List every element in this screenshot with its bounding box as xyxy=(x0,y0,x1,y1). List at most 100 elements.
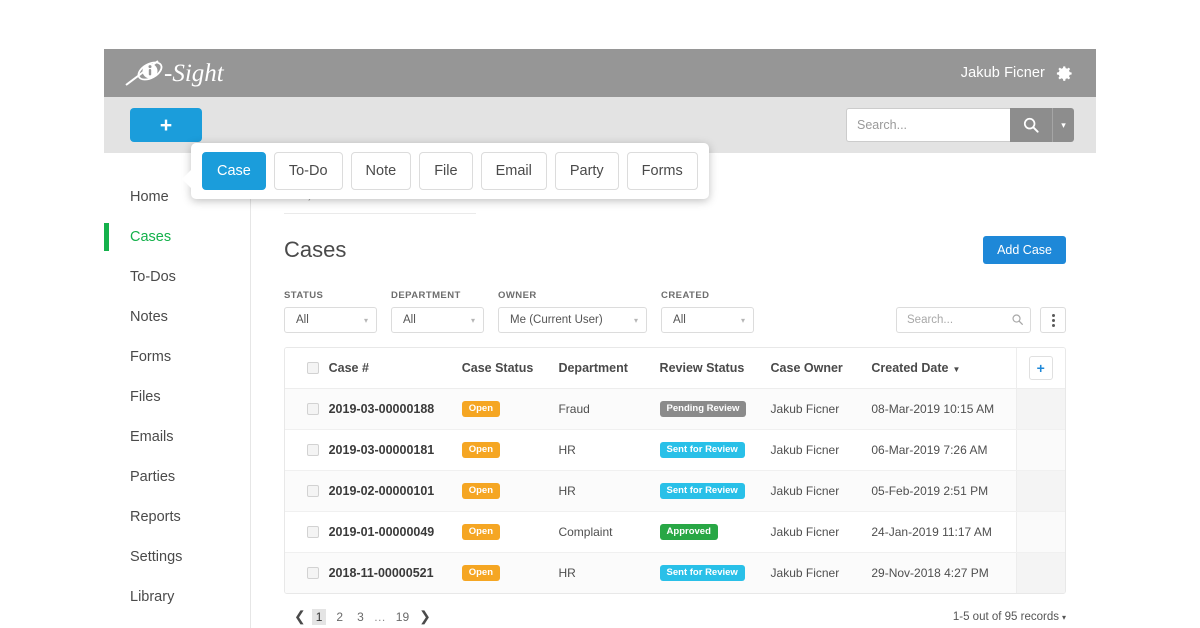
add-case-button[interactable]: Add Case xyxy=(983,236,1066,264)
filter-status: STATUS All ▾ xyxy=(284,290,378,333)
table-row[interactable]: 2018-11-00000521 Open HR Sent for Review… xyxy=(285,552,1065,593)
cell-department: HR xyxy=(558,565,576,580)
popover-item-file[interactable]: File xyxy=(419,152,473,190)
page-1-button[interactable]: 1 xyxy=(311,608,327,625)
cell-case-number[interactable]: 2019-03-00000188 xyxy=(329,402,435,416)
sidebar-item-parties[interactable]: Parties xyxy=(104,457,250,497)
chevron-right-icon[interactable]: ❯ xyxy=(419,608,431,625)
isight-logo[interactable]: -Sight xyxy=(124,56,246,90)
add-column-header: + xyxy=(1015,348,1065,389)
chevron-down-icon: ▾ xyxy=(1061,119,1066,130)
popover-item-party[interactable]: Party xyxy=(554,152,619,190)
cases-table-body: 2019-03-00000188 Open Fraud Pending Revi… xyxy=(285,388,1065,593)
filter-owner-value: Me (Current User) xyxy=(510,314,603,326)
sidebar-item-library[interactable]: Library xyxy=(104,577,250,617)
page-3-button[interactable]: 3 xyxy=(353,609,368,625)
isight-logo-icon: -Sight xyxy=(125,60,225,87)
cell-case-owner: Jakub Ficner xyxy=(770,429,872,471)
add-new-button[interactable]: + xyxy=(130,108,202,142)
review-status-badge: Pending Review xyxy=(659,401,747,417)
popover-item-case[interactable]: Case xyxy=(202,152,266,190)
gear-icon[interactable] xyxy=(1055,64,1074,83)
sidebar-item-files[interactable]: Files xyxy=(104,377,250,417)
cell-case-number[interactable]: 2019-02-00000101 xyxy=(329,484,435,498)
row-checkbox[interactable] xyxy=(307,525,319,538)
cell-department: Fraud xyxy=(558,388,660,430)
app-body: Home Cases To-Dos Notes Forms Files Emai… xyxy=(104,153,1096,628)
search-icon xyxy=(1023,117,1039,133)
cell-case-number[interactable]: 2019-03-00000181 xyxy=(329,443,435,457)
main-sidebar: Home Cases To-Dos Notes Forms Files Emai… xyxy=(104,153,251,628)
cell-case-number[interactable]: 2019-01-00000049 xyxy=(329,525,435,539)
popover-item-email[interactable]: Email xyxy=(480,152,547,190)
column-header-case-owner[interactable]: Case Owner xyxy=(770,348,872,389)
table-row[interactable]: 2019-02-00000101 Open HR Sent for Review… xyxy=(285,470,1065,512)
status-badge: Open xyxy=(461,401,501,417)
sidebar-item-cases[interactable]: Cases xyxy=(104,217,250,257)
page-19-button[interactable]: 19 xyxy=(392,609,413,625)
column-header-created-date-label: Created Date xyxy=(871,360,949,375)
popover-item-note[interactable]: Note xyxy=(350,152,412,190)
more-vertical-icon xyxy=(1051,318,1055,322)
cell-case-owner: Jakub Ficner xyxy=(770,470,872,512)
row-checkbox[interactable] xyxy=(307,402,319,415)
cell-created-date: 08-Mar-2019 10:15 AM xyxy=(871,388,1017,430)
popover-item-to-do[interactable]: To-Do xyxy=(273,152,343,190)
row-actions-cell xyxy=(1015,552,1065,593)
filter-owner-select[interactable]: Me (Current User) ▾ xyxy=(498,307,648,333)
row-checkbox[interactable] xyxy=(307,484,319,497)
table-options-button[interactable] xyxy=(1040,307,1066,333)
cases-table-container: Case # Case Status Department Review Sta… xyxy=(284,347,1066,594)
row-checkbox[interactable] xyxy=(307,566,319,579)
column-header-department[interactable]: Department xyxy=(558,348,660,389)
chevron-down-icon: ▾ xyxy=(364,315,369,325)
table-search xyxy=(896,307,1031,333)
review-status-badge: Approved xyxy=(659,524,718,540)
record-count-selector[interactable]: 1-5 out of 95 records ▾ xyxy=(953,611,1066,623)
cell-case-owner: Jakub Ficner xyxy=(770,565,840,580)
filter-status-select[interactable]: All ▾ xyxy=(284,307,378,333)
sidebar-item-reports[interactable]: Reports xyxy=(104,497,250,537)
page-2-button[interactable]: 2 xyxy=(332,609,347,625)
isight-app-window: -Sight Jakub Ficner + ▾ xyxy=(104,49,1096,628)
user-menu[interactable]: Jakub Ficner xyxy=(961,64,1074,83)
filter-status-value: All xyxy=(296,314,309,326)
column-header-case-status[interactable]: Case Status xyxy=(461,348,559,389)
global-search-button[interactable] xyxy=(1010,108,1052,142)
table-toolbar xyxy=(896,307,1066,333)
filter-department-select[interactable]: All ▾ xyxy=(391,307,485,333)
status-badge: Open xyxy=(461,442,501,458)
table-row[interactable]: 2019-01-00000049 Open Complaint Approved… xyxy=(285,511,1065,553)
sidebar-item-settings[interactable]: Settings xyxy=(104,537,250,577)
add-column-button[interactable]: + xyxy=(1028,355,1053,380)
sidebar-item-notes[interactable]: Notes xyxy=(104,297,250,337)
filter-status-label: STATUS xyxy=(284,290,324,301)
page-header-row: Cases Add Case xyxy=(284,236,1096,264)
status-badge: Open xyxy=(461,565,501,582)
column-header-review-status[interactable]: Review Status xyxy=(659,348,771,389)
chevron-left-icon[interactable]: ❮ xyxy=(294,608,306,625)
global-search-input[interactable] xyxy=(846,108,1010,142)
cell-case-number[interactable]: 2018-11-00000521 xyxy=(329,566,434,580)
status-badge: Open xyxy=(461,483,501,499)
column-header-case-number[interactable]: Case # xyxy=(328,348,462,389)
row-checkbox[interactable] xyxy=(307,443,319,456)
more-vertical-icon xyxy=(1051,313,1055,317)
table-row[interactable]: 2019-03-00000181 Open HR Sent for Review… xyxy=(285,429,1065,471)
column-header-created-date[interactable]: Created Date ▼ xyxy=(871,348,1017,389)
table-row[interactable]: 2019-03-00000188 Open Fraud Pending Revi… xyxy=(285,388,1065,430)
table-header-row: Case # Case Status Department Review Sta… xyxy=(285,348,1065,389)
global-search-options-button[interactable]: ▾ xyxy=(1052,108,1074,142)
filter-created-label: CREATED xyxy=(661,290,710,301)
filter-bar: STATUS All ▾ DEPARTMENT All ▾ OWNER Me (… xyxy=(284,290,1096,333)
filter-created-select[interactable]: All ▾ xyxy=(661,307,755,333)
cell-created-date: 05-Feb-2019 2:51 PM xyxy=(871,470,1017,512)
cell-department: HR xyxy=(558,470,660,512)
select-all-checkbox[interactable] xyxy=(307,361,319,374)
row-actions-cell xyxy=(1015,470,1065,512)
sidebar-item-emails[interactable]: Emails xyxy=(104,417,250,457)
action-bar: + ▾ Case To-Do Note File Email Party For… xyxy=(104,97,1096,199)
sidebar-item-forms[interactable]: Forms xyxy=(104,337,250,377)
sidebar-item-to-dos[interactable]: To-Dos xyxy=(104,257,250,297)
popover-item-forms[interactable]: Forms xyxy=(626,152,698,190)
